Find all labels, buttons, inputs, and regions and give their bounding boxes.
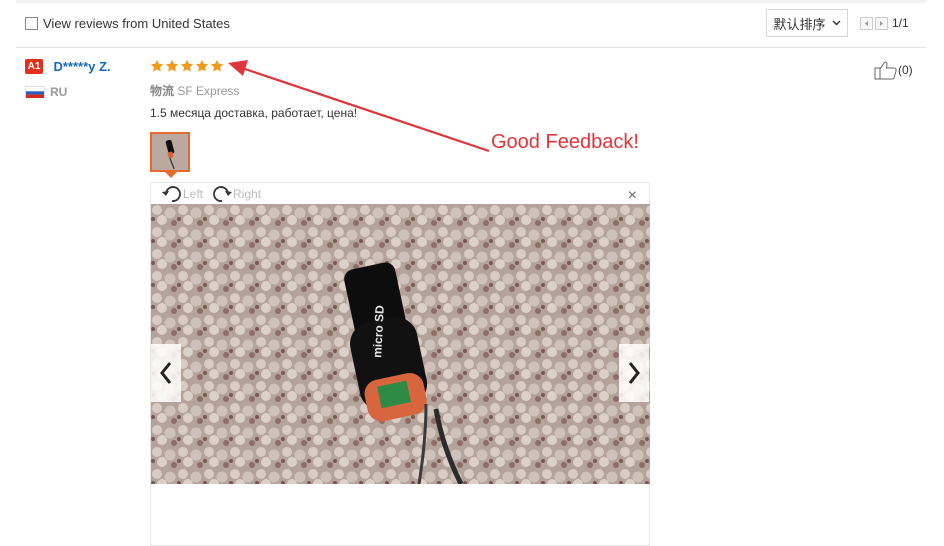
flag-ru-icon: [25, 86, 45, 98]
thumbnail-pointer: [165, 172, 177, 178]
level-badge: A1: [25, 59, 43, 75]
rotate-right-button[interactable]: Right: [211, 185, 261, 203]
star-icon: [195, 59, 209, 72]
review-photo-thumbnail[interactable]: [150, 132, 190, 172]
star-icon: [180, 59, 194, 72]
reviewer-country: RU: [25, 85, 67, 99]
prev-page-icon[interactable]: [860, 16, 873, 30]
viewer-toolbar: Left Right: [161, 185, 269, 203]
helpful-button[interactable]: (0): [874, 60, 913, 80]
country-filter-label: View reviews from United States: [43, 16, 230, 31]
logistics-info: 物流 SF Express: [150, 82, 239, 99]
reviewer-info: A1 D*****y Z.: [25, 58, 111, 76]
annotation-label: Good Feedback!: [491, 131, 639, 153]
logistics-value: SF Express: [177, 84, 240, 98]
review-photo-large: micro SD: [151, 204, 650, 484]
photo-viewer: Left Right × micro SD: [150, 182, 650, 546]
photo-thumbnail-image: [152, 134, 188, 170]
checkbox-icon[interactable]: [25, 17, 38, 30]
next-photo-button[interactable]: [619, 344, 649, 402]
sort-dropdown[interactable]: 默认排序: [766, 9, 848, 37]
close-icon[interactable]: ×: [628, 187, 637, 205]
rotate-left-button[interactable]: Left: [161, 185, 203, 203]
chevron-left-icon: [160, 362, 172, 384]
star-icon: [210, 59, 224, 72]
pagination: 1/1: [860, 16, 909, 30]
page-indicator: 1/1: [892, 16, 909, 30]
rotate-right-label: Right: [233, 187, 262, 201]
previous-photo-button[interactable]: [151, 344, 181, 402]
rotate-left-icon: [162, 186, 181, 202]
review-toolbar: View reviews from United States 默认排序 1/1: [16, 0, 926, 48]
star-rating: [150, 59, 224, 73]
rotate-right-icon: [213, 186, 233, 202]
helpful-count: (0): [898, 63, 913, 77]
svg-text:micro SD: micro SD: [370, 305, 387, 359]
rotate-left-label: Left: [183, 187, 204, 201]
country-filter[interactable]: View reviews from United States: [25, 16, 230, 31]
sort-label: 默认排序: [773, 16, 826, 32]
next-page-icon[interactable]: [875, 16, 888, 30]
chevron-down-icon: [832, 20, 840, 26]
review-text: 1.5 месяца доставка, работает, цена!: [150, 106, 358, 120]
logistics-label: 物流: [150, 84, 175, 98]
reviewer-name[interactable]: D*****y Z.: [53, 59, 110, 74]
photo-image: micro SD: [151, 204, 650, 484]
country-code: RU: [50, 85, 68, 99]
star-icon: [150, 59, 164, 72]
chevron-right-icon: [628, 362, 640, 384]
star-icon: [165, 59, 179, 72]
thumbs-up-icon: [874, 61, 897, 80]
